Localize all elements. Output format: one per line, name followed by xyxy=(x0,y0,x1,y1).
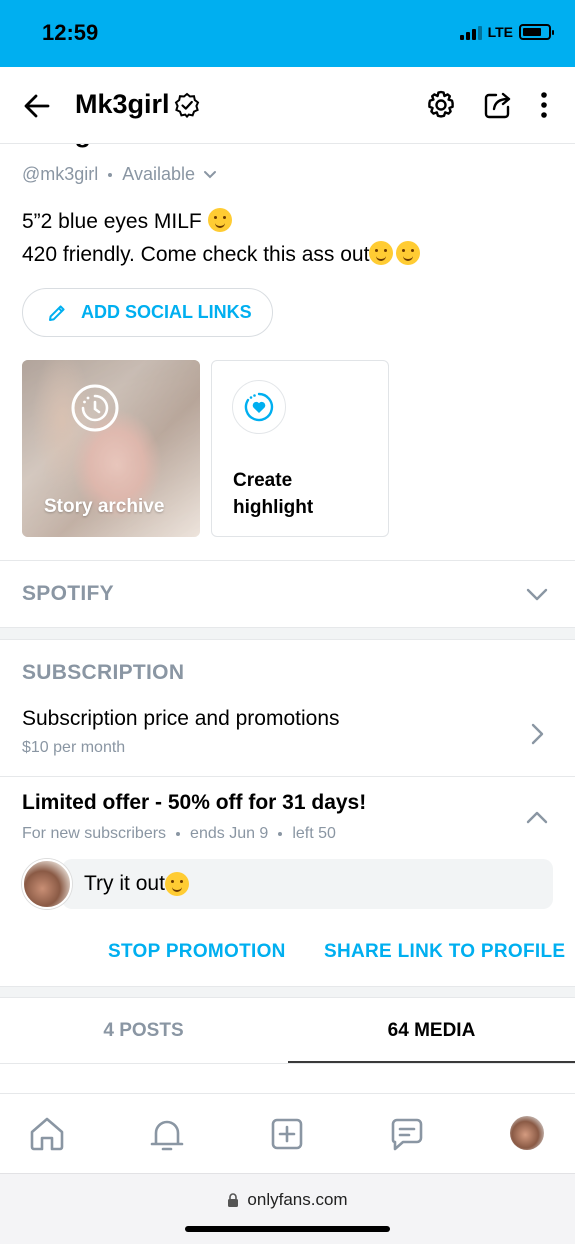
status-time: 12:59 xyxy=(42,20,99,45)
page-title-text: Mk3girl xyxy=(75,89,170,119)
subscription-price-title: Subscription price and promotions xyxy=(22,707,340,730)
top-app-bar: Mk3girl xyxy=(0,67,575,144)
yum-emoji-icon xyxy=(164,872,189,896)
messages-icon[interactable] xyxy=(387,1114,427,1154)
spotify-title: SPOTIFY xyxy=(22,582,114,605)
chevron-right-icon xyxy=(531,723,544,745)
create-highlight-line-2: highlight xyxy=(233,497,314,518)
create-highlight-card[interactable]: Create highlight xyxy=(211,360,389,537)
promotion-remaining: left 50 xyxy=(292,825,336,842)
divider xyxy=(0,560,575,561)
create-highlight-line-1: Create xyxy=(233,470,293,491)
promotion-end-date: ends Jun 9 xyxy=(190,825,269,842)
profile-handle-row: @mk3girl Available xyxy=(22,164,217,185)
chevron-down-icon xyxy=(204,170,217,178)
chevron-up-icon[interactable] xyxy=(525,806,549,830)
bio-line-2: 420 friendly. Come check this ass out xyxy=(22,243,370,266)
subscription-title: SUBSCRIPTION xyxy=(22,661,185,684)
kiss-emoji-icon xyxy=(396,241,421,265)
browser-address-bar[interactable]: onlyfans.com xyxy=(0,1173,575,1244)
availability-selector[interactable]: Available xyxy=(122,164,217,185)
battery-icon xyxy=(519,24,554,40)
notifications-bell-icon[interactable] xyxy=(147,1114,187,1154)
availability-label: Available xyxy=(122,164,196,184)
home-icon[interactable] xyxy=(27,1114,67,1154)
url-text: onlyfans.com xyxy=(247,1190,348,1209)
add-social-links-label: ADD SOCIAL LINKS xyxy=(81,302,252,322)
network-label: LTE xyxy=(487,24,513,40)
bottom-navigation xyxy=(0,1093,575,1173)
chevron-down-icon xyxy=(526,588,548,601)
subscription-price-sub: $10 per month xyxy=(22,739,126,756)
story-archive-card[interactable]: Story archive xyxy=(22,360,200,537)
tab-media[interactable]: 64 MEDIA xyxy=(288,998,575,1064)
promotion-audience: For new subscribers xyxy=(22,825,167,842)
url-display: onlyfans.com xyxy=(0,1190,575,1210)
heart-circle-icon xyxy=(244,392,274,422)
status-bar: 12:59 LTE xyxy=(0,0,575,67)
pencil-icon xyxy=(49,304,65,321)
status-indicators: LTE xyxy=(459,24,554,40)
promotion-message: Try it out xyxy=(22,858,553,910)
settings-gear-icon[interactable] xyxy=(425,89,457,121)
tab-posts[interactable]: 4 POSTS xyxy=(0,998,287,1064)
back-arrow-icon[interactable] xyxy=(22,91,52,121)
page-title: Mk3girl xyxy=(75,89,200,120)
share-link-to-profile-button[interactable]: SHARE LINK TO PROFILE xyxy=(324,941,565,963)
divider xyxy=(0,1063,575,1064)
profile-handle: @mk3girl xyxy=(22,164,99,184)
profile-bio: 5”2 blue eyes MILF 420 friendly. Come ch… xyxy=(22,205,421,271)
promotion-meta: For new subscribers ends Jun 9 left 50 xyxy=(22,825,336,843)
section-separator xyxy=(0,627,575,640)
create-highlight-label: Create highlight xyxy=(233,467,313,521)
section-separator xyxy=(0,986,575,998)
promotion-message-text: Try it out xyxy=(84,872,165,895)
signal-icon xyxy=(459,24,482,40)
stop-promotion-button[interactable]: STOP PROMOTION xyxy=(108,941,286,963)
share-icon[interactable] xyxy=(482,89,514,121)
history-clock-icon xyxy=(71,384,119,432)
more-options-icon[interactable] xyxy=(528,89,560,121)
separator-dot xyxy=(176,832,181,836)
separator-dot xyxy=(108,172,113,177)
lock-icon xyxy=(228,1193,239,1207)
story-archive-label: Story archive xyxy=(44,496,165,517)
shushing-emoji-icon xyxy=(369,241,394,265)
add-post-icon[interactable] xyxy=(267,1114,307,1154)
divider xyxy=(0,776,575,777)
promotion-title: Limited offer - 50% off for 31 days! xyxy=(22,791,367,814)
add-social-links-button[interactable]: ADD SOCIAL LINKS xyxy=(22,288,273,337)
create-highlight-icon-wrap xyxy=(232,380,286,434)
separator-dot xyxy=(278,832,283,836)
verified-badge-icon xyxy=(174,92,199,118)
promotion-message-bubble: Try it out xyxy=(62,859,553,909)
home-indicator xyxy=(185,1226,390,1232)
profile-avatar-nav[interactable] xyxy=(510,1116,544,1150)
yum-emoji-icon xyxy=(207,208,232,232)
bio-line-1: 5”2 blue eyes MILF xyxy=(22,210,202,233)
avatar xyxy=(22,859,72,909)
